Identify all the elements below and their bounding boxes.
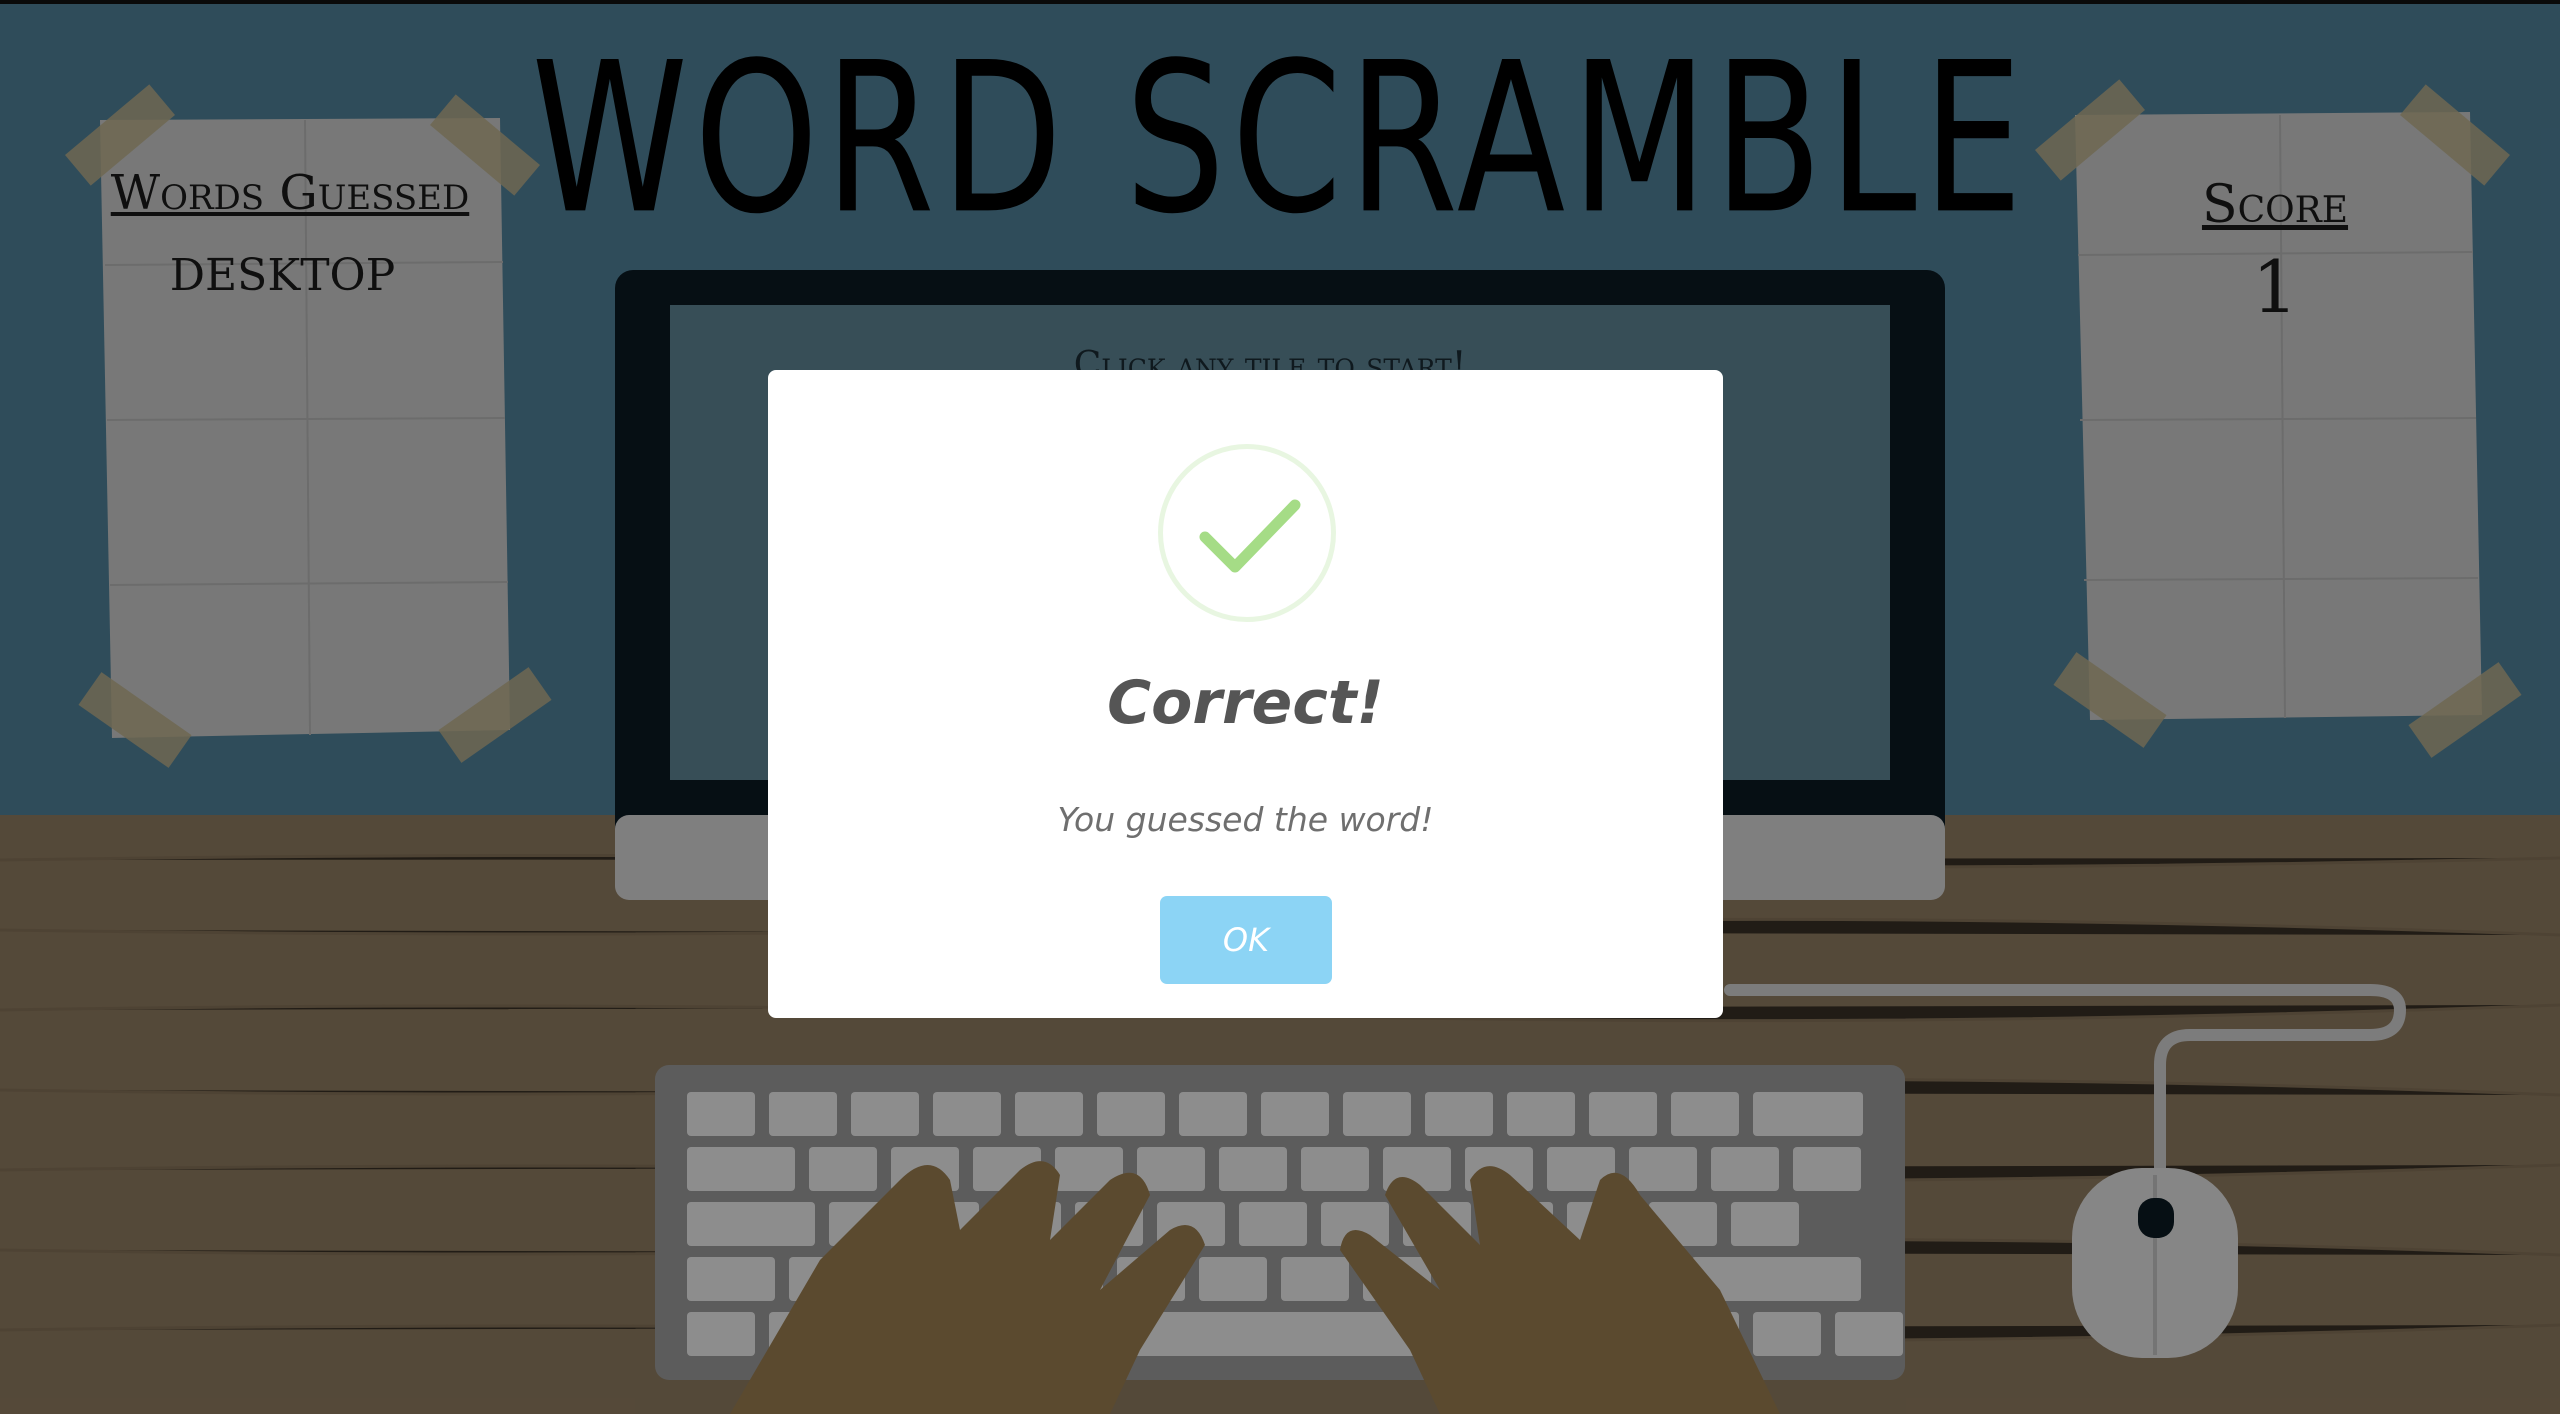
ok-button[interactable]: OK xyxy=(1160,896,1332,984)
game-scene: WORD SCRAMBLE Words Guessed DESKTOP Scor… xyxy=(0,0,2560,1414)
modal-title: Correct! xyxy=(1107,668,1384,738)
success-icon-ring xyxy=(1158,444,1336,622)
checkmark-icon xyxy=(1199,499,1301,573)
modal-message: You guessed the word! xyxy=(1057,800,1434,839)
success-modal: Correct! You guessed the word! OK xyxy=(768,370,1723,1018)
